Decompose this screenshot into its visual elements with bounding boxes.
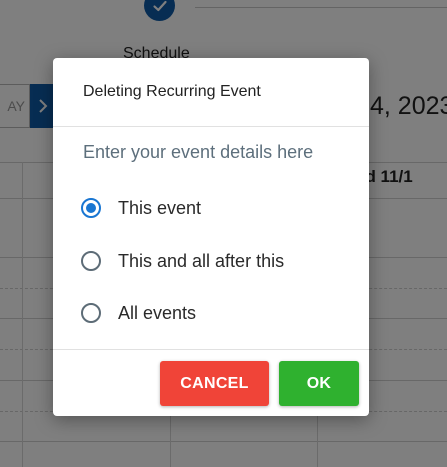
cancel-button[interactable]: CANCEL [160, 361, 269, 406]
radio-this-event[interactable] [81, 198, 101, 218]
dialog-subtitle: Enter your event details here [83, 142, 314, 162]
option-label: This and all after this [118, 250, 285, 271]
option-label: All events [118, 302, 197, 323]
delete-recurring-event-dialog: Deleting Recurring Event Enter your even… [53, 58, 369, 416]
dialog-header-divider [53, 126, 369, 127]
dialog-footer-divider [53, 349, 369, 350]
option-this-event[interactable]: This event [81, 193, 201, 223]
radio-all-events[interactable] [81, 303, 101, 323]
radio-this-and-after[interactable] [81, 251, 101, 271]
option-label: This event [118, 197, 202, 218]
dialog-title: Deleting Recurring Event [83, 83, 261, 100]
ok-button[interactable]: OK [279, 361, 359, 406]
option-all-events[interactable]: All events [81, 298, 196, 328]
option-this-and-after[interactable]: This and all after this [81, 246, 284, 276]
